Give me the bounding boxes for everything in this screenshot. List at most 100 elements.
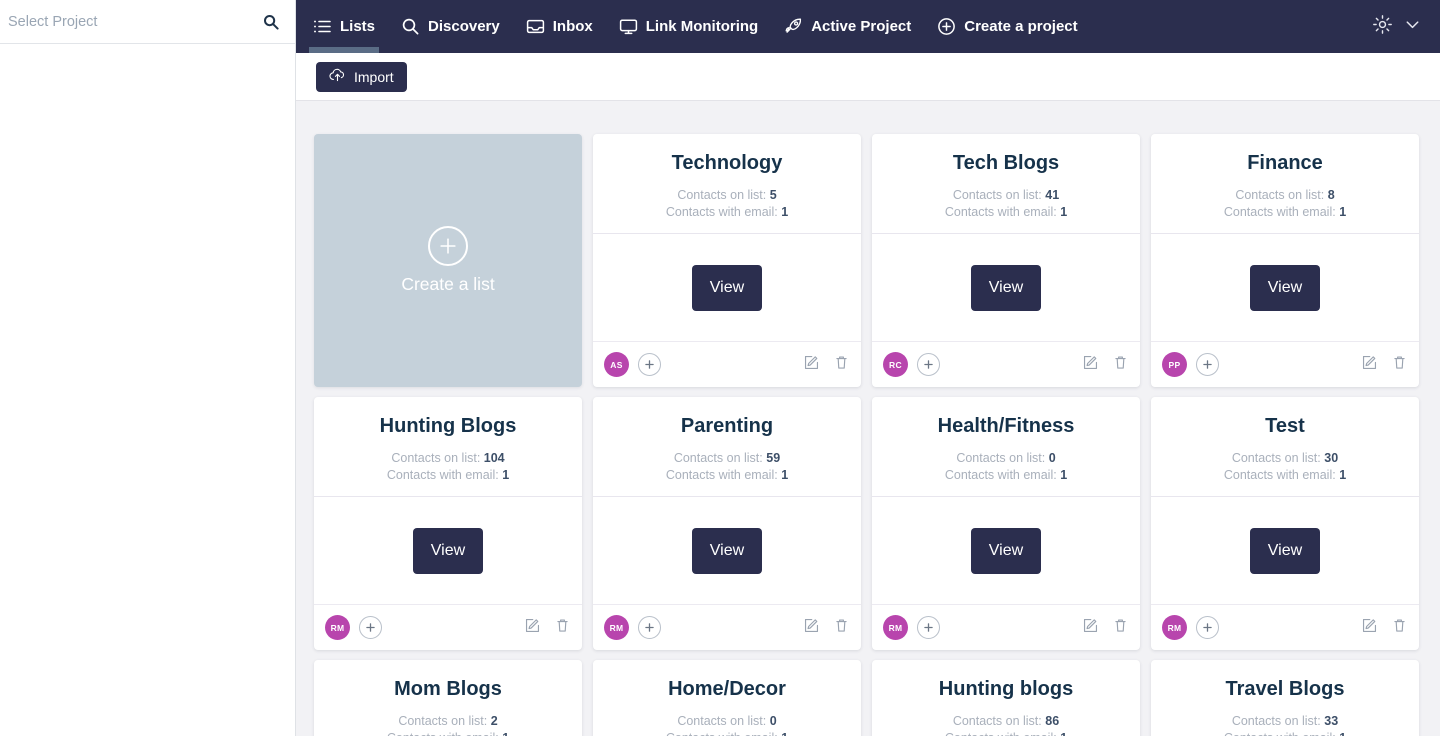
- list-card-title: Home/Decor: [668, 678, 786, 700]
- list-card-travel-blogs[interactable]: Travel Blogs Contacts on list: 33 Contac…: [1151, 660, 1419, 736]
- contacts-on-list-stat: Contacts on list: 104: [391, 451, 505, 465]
- nav-item-lists[interactable]: Lists: [300, 0, 388, 53]
- plus-circle-icon[interactable]: [1196, 353, 1219, 376]
- trash-icon[interactable]: [1112, 354, 1129, 376]
- list-card-actions: [1361, 617, 1408, 639]
- avatar[interactable]: PP: [1162, 352, 1187, 377]
- trash-icon[interactable]: [833, 354, 850, 376]
- list-card-test[interactable]: Test Contacts on list: 30 Contacts with …: [1151, 397, 1419, 650]
- list-card-body: View: [872, 497, 1140, 604]
- list-card-actions: [803, 354, 850, 376]
- edit-icon[interactable]: [1361, 617, 1378, 639]
- edit-icon[interactable]: [803, 354, 820, 376]
- trash-icon[interactable]: [833, 617, 850, 639]
- import-button[interactable]: Import: [316, 61, 407, 92]
- list-card-health-fitness[interactable]: Health/Fitness Contacts on list: 0 Conta…: [872, 397, 1140, 650]
- nav-item-inbox[interactable]: Inbox: [513, 0, 606, 53]
- rocket-icon: [784, 17, 803, 36]
- avatar[interactable]: AS: [604, 352, 629, 377]
- chevron-down-icon[interactable]: [1403, 15, 1422, 39]
- list-card-mom-blogs[interactable]: Mom Blogs Contacts on list: 2 Contacts w…: [314, 660, 582, 736]
- list-card-title: Mom Blogs: [394, 678, 502, 700]
- search-icon: [401, 17, 420, 36]
- view-list-button[interactable]: View: [971, 264, 1041, 311]
- cloud-upload-icon: [329, 68, 346, 85]
- plus-circle-icon[interactable]: [638, 616, 661, 639]
- nav-item-active-project[interactable]: Active Project: [771, 0, 924, 53]
- list-card-body: View: [314, 497, 582, 604]
- project-search-input[interactable]: [8, 13, 255, 30]
- view-list-button[interactable]: View: [692, 264, 762, 311]
- list-card-title: Technology: [671, 152, 783, 174]
- monitor-icon: [619, 17, 638, 36]
- project-search-bar: [0, 0, 295, 44]
- plus-circle-icon[interactable]: [359, 616, 382, 639]
- list-card-actions: [524, 617, 571, 639]
- list-card-parenting[interactable]: Parenting Contacts on list: 59 Contacts …: [593, 397, 861, 650]
- gear-icon[interactable]: [1372, 14, 1393, 40]
- nav-item-create-a-project[interactable]: Create a project: [924, 0, 1090, 53]
- avatar[interactable]: RC: [883, 352, 908, 377]
- list-card-hunting-blogs[interactable]: Hunting Blogs Contacts on list: 104 Cont…: [314, 397, 582, 650]
- avatar[interactable]: RM: [325, 615, 350, 640]
- contacts-with-email-stat: Contacts with email: 1: [944, 205, 1068, 219]
- nav-item-label: Discovery: [428, 18, 500, 35]
- list-card-footer: RM: [314, 604, 582, 650]
- list-card-home-decor[interactable]: Home/Decor Contacts on list: 0 Contacts …: [593, 660, 861, 736]
- list-card-actions: [1082, 354, 1129, 376]
- list-card-hunting-blogs[interactable]: Hunting blogs Contacts on list: 86 Conta…: [872, 660, 1140, 736]
- search-icon[interactable]: [263, 14, 279, 30]
- create-a-list-tile[interactable]: Create a list: [314, 134, 582, 387]
- trash-icon[interactable]: [1391, 617, 1408, 639]
- nav-item-link-monitoring[interactable]: Link Monitoring: [606, 0, 771, 53]
- edit-icon[interactable]: [1082, 617, 1099, 639]
- view-list-button[interactable]: View: [413, 527, 483, 574]
- primary-nav: Lists Discovery Inbox Link Monitoring Ac…: [296, 0, 1091, 53]
- contacts-on-list-stat: Contacts on list: 2: [398, 714, 498, 728]
- view-list-button[interactable]: View: [692, 527, 762, 574]
- plus-circle-icon[interactable]: [638, 353, 661, 376]
- edit-icon[interactable]: [1082, 354, 1099, 376]
- avatar[interactable]: RM: [1162, 615, 1187, 640]
- list-card-technology[interactable]: Technology Contacts on list: 5 Contacts …: [593, 134, 861, 387]
- list-card-header: Finance Contacts on list: 8 Contacts wit…: [1151, 134, 1419, 234]
- edit-icon[interactable]: [1361, 354, 1378, 376]
- list-card-body: View: [872, 234, 1140, 341]
- project-sidebar: [0, 0, 296, 736]
- list-card-tech-blogs[interactable]: Tech Blogs Contacts on list: 41 Contacts…: [872, 134, 1140, 387]
- list-card-header: Parenting Contacts on list: 59 Contacts …: [593, 397, 861, 497]
- edit-icon[interactable]: [524, 617, 541, 639]
- avatar[interactable]: RM: [604, 615, 629, 640]
- edit-icon[interactable]: [803, 617, 820, 639]
- list-card-header: Health/Fitness Contacts on list: 0 Conta…: [872, 397, 1140, 497]
- plus-circle-icon[interactable]: [917, 353, 940, 376]
- list-card-header: Travel Blogs Contacts on list: 33 Contac…: [1151, 660, 1419, 736]
- list-card-footer: AS: [593, 341, 861, 387]
- project-list-empty: [0, 44, 295, 736]
- avatar[interactable]: RM: [883, 615, 908, 640]
- list-card-title: Hunting blogs: [938, 678, 1074, 700]
- contacts-with-email-stat: Contacts with email: 1: [944, 468, 1068, 482]
- list-card-finance[interactable]: Finance Contacts on list: 8 Contacts wit…: [1151, 134, 1419, 387]
- nav-item-discovery[interactable]: Discovery: [388, 0, 513, 53]
- plus-circle-icon[interactable]: [917, 616, 940, 639]
- list-icon: [313, 17, 332, 36]
- list-card-header: Tech Blogs Contacts on list: 41 Contacts…: [872, 134, 1140, 234]
- contacts-with-email-stat: Contacts with email: 1: [386, 468, 510, 482]
- list-card-title: Finance: [1247, 152, 1323, 174]
- view-list-button[interactable]: View: [1250, 264, 1320, 311]
- contacts-with-email-stat: Contacts with email: 1: [665, 468, 789, 482]
- view-list-button[interactable]: View: [971, 527, 1041, 574]
- contacts-on-list-stat: Contacts on list: 30: [1231, 451, 1339, 465]
- trash-icon[interactable]: [1112, 617, 1129, 639]
- trash-icon[interactable]: [1391, 354, 1408, 376]
- trash-icon[interactable]: [554, 617, 571, 639]
- topbar-right-controls: [1372, 14, 1428, 40]
- list-card-footer: RM: [593, 604, 861, 650]
- contacts-on-list-stat: Contacts on list: 33: [1231, 714, 1339, 728]
- list-card-body: View: [593, 497, 861, 604]
- nav-item-label: Link Monitoring: [645, 18, 759, 35]
- list-card-body: View: [1151, 234, 1419, 341]
- plus-circle-icon[interactable]: [1196, 616, 1219, 639]
- view-list-button[interactable]: View: [1250, 527, 1320, 574]
